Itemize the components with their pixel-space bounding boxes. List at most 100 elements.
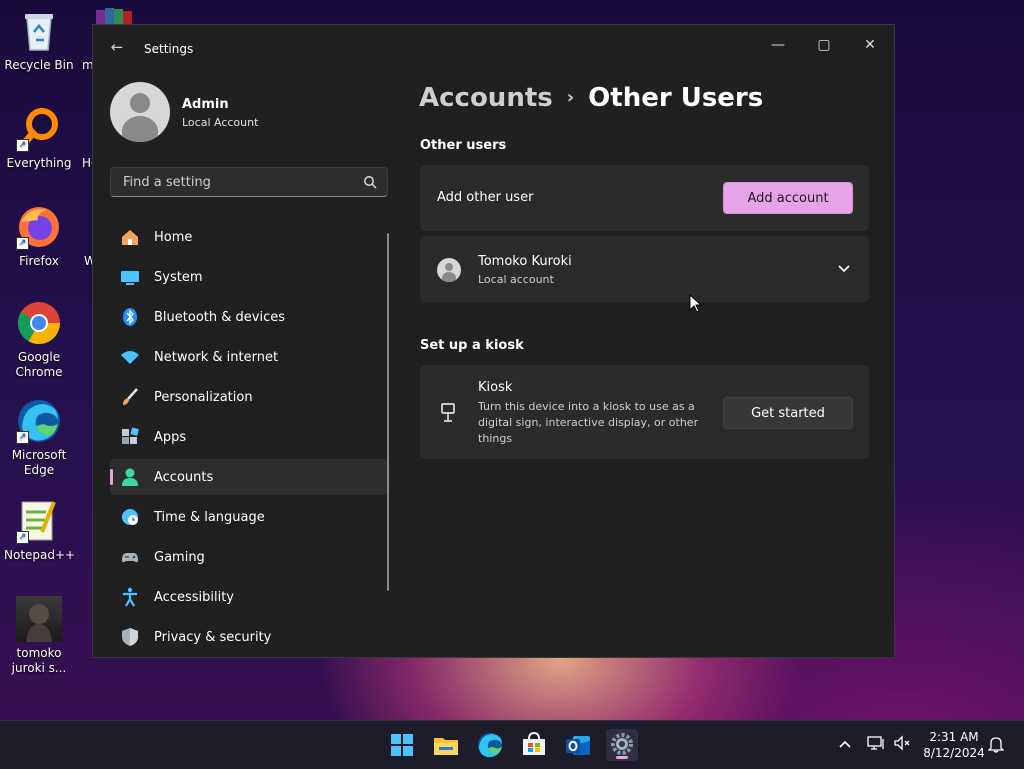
start-icon bbox=[391, 734, 413, 756]
taskbar-store[interactable] bbox=[518, 729, 550, 761]
sidebar-item-label: System bbox=[154, 269, 203, 285]
avatar-body bbox=[442, 272, 456, 282]
taskbar-clock[interactable]: 2:31 AM 8/12/2024 bbox=[920, 729, 988, 761]
sidebar-item-home[interactable]: Home bbox=[110, 219, 388, 255]
chevron-down-icon[interactable] bbox=[837, 264, 851, 274]
shortcut-arrow-icon: ↗ bbox=[16, 237, 29, 250]
close-button[interactable]: ✕ bbox=[847, 30, 893, 60]
search-input[interactable] bbox=[121, 174, 355, 191]
sidebar-item-apps[interactable]: Apps bbox=[110, 419, 388, 455]
desktop-icon-firefox[interactable]: ↗ Firefox bbox=[4, 204, 74, 269]
desktop-icon-recycle-bin[interactable]: Recycle Bin bbox=[4, 8, 74, 73]
avatar-body bbox=[122, 116, 158, 142]
taskbar-settings[interactable] bbox=[606, 729, 638, 761]
notepadpp-icon: ↗ bbox=[16, 498, 62, 544]
maximize-button[interactable]: ▢ bbox=[801, 30, 847, 60]
profile-avatar[interactable] bbox=[110, 82, 170, 142]
get-started-button[interactable]: Get started bbox=[723, 397, 853, 429]
desktop-icon-image-file[interactable]: tomoko juroki s... bbox=[4, 596, 74, 676]
apps-icon bbox=[120, 427, 140, 447]
sidebar-item-personalization[interactable]: Personalization bbox=[110, 379, 388, 415]
show-hidden-icons-button[interactable] bbox=[835, 735, 855, 755]
desktop-icon-edge[interactable]: ↗ Microsoft Edge bbox=[4, 398, 74, 478]
chrome-icon bbox=[16, 300, 62, 346]
desktop-icon-label: Microsoft Edge bbox=[11, 448, 67, 477]
sidebar-item-label: Gaming bbox=[154, 549, 205, 565]
volume-tray-button[interactable] bbox=[892, 735, 912, 755]
shortcut-arrow-icon: ↗ bbox=[16, 431, 29, 444]
sidebar-scrollbar[interactable] bbox=[387, 233, 389, 591]
user-card[interactable]: Tomoko Kuroki Local account bbox=[420, 236, 869, 302]
other-users-heading: Other users bbox=[420, 138, 507, 153]
everything-search-icon: ↗ bbox=[16, 106, 62, 152]
sidebar-item-label: Accessibility bbox=[154, 589, 234, 605]
sidebar-item-gaming[interactable]: Gaming bbox=[110, 539, 388, 575]
clock-time: 2:31 AM bbox=[929, 730, 979, 744]
chevron-up-icon bbox=[839, 740, 851, 748]
sidebar-item-system[interactable]: System bbox=[110, 259, 388, 295]
bell-icon bbox=[987, 737, 1005, 753]
sidebar-item-label: Bluetooth & devices bbox=[154, 309, 285, 325]
outlook-icon bbox=[566, 736, 590, 755]
sidebar-item-privacy[interactable]: Privacy & security bbox=[110, 619, 388, 655]
bluetooth-icon bbox=[120, 307, 140, 327]
back-arrow-icon: ← bbox=[110, 38, 124, 56]
title-bar: ← Settings — ▢ ✕ bbox=[93, 25, 894, 71]
sidebar-item-label: Apps bbox=[154, 429, 187, 445]
desktop-icon-everything[interactable]: ↗ Everything bbox=[4, 106, 74, 171]
taskbar-edge[interactable] bbox=[474, 729, 506, 761]
user-avatar bbox=[437, 258, 461, 282]
user-name: Tomoko Kuroki bbox=[478, 254, 572, 269]
sidebar-item-bluetooth[interactable]: Bluetooth & devices bbox=[110, 299, 388, 335]
accessibility-icon bbox=[120, 587, 140, 607]
breadcrumb-parent[interactable]: Accounts bbox=[419, 83, 553, 113]
kiosk-description-line: digital sign, interactive display, or ot… bbox=[478, 416, 699, 429]
home-icon bbox=[120, 227, 140, 247]
sidebar-item-label: Personalization bbox=[154, 389, 253, 405]
add-account-button[interactable]: Add account bbox=[723, 182, 853, 214]
wifi-icon bbox=[120, 347, 140, 367]
network-tray-button[interactable] bbox=[866, 735, 886, 755]
store-icon bbox=[523, 731, 545, 755]
sidebar-item-accessibility[interactable]: Accessibility bbox=[110, 579, 388, 615]
chevron-right-icon: › bbox=[566, 87, 575, 108]
taskbar-file-explorer[interactable] bbox=[430, 729, 462, 761]
search-icon bbox=[364, 176, 377, 189]
desktop-icon-label: Google Chrome bbox=[15, 350, 63, 379]
desktop-icon-label: Everything bbox=[6, 156, 72, 170]
volume-muted-icon bbox=[894, 735, 910, 751]
sidebar-item-label: Accounts bbox=[154, 469, 214, 485]
start-button[interactable] bbox=[386, 729, 418, 761]
taskbar-outlook[interactable] bbox=[562, 729, 594, 761]
kiosk-description-line: things bbox=[478, 432, 513, 445]
monitor-icon bbox=[120, 267, 140, 287]
minimize-button[interactable]: — bbox=[755, 30, 801, 60]
taskbar: 2:31 AM 8/12/2024 bbox=[0, 720, 1024, 769]
edge-icon bbox=[478, 733, 502, 758]
active-app-indicator bbox=[616, 756, 628, 759]
gamepad-icon bbox=[120, 547, 140, 567]
sidebar-item-time-language[interactable]: Time & language bbox=[110, 499, 388, 535]
sidebar-item-network[interactable]: Network & internet bbox=[110, 339, 388, 375]
kiosk-icon bbox=[441, 403, 455, 422]
recycle-bin-icon bbox=[16, 8, 62, 54]
breadcrumb: Accounts › Other Users bbox=[419, 83, 763, 113]
notifications-button[interactable] bbox=[986, 735, 1006, 755]
sidebar-nav: Home System Bluetooth & devices Network … bbox=[110, 219, 388, 657]
winrar-icon[interactable] bbox=[94, 6, 138, 24]
desktop-icon-notepadpp[interactable]: ↗ Notepad++ bbox=[4, 498, 75, 563]
profile-name: Admin bbox=[182, 97, 229, 112]
desktop-icon-label: tomoko juroki s... bbox=[11, 646, 67, 675]
desktop-icon-chrome[interactable]: Google Chrome bbox=[4, 300, 74, 380]
back-button[interactable]: ← bbox=[107, 37, 127, 57]
sidebar-item-label: Home bbox=[154, 229, 193, 245]
mouse-cursor-icon bbox=[689, 294, 703, 313]
person-icon bbox=[120, 467, 140, 487]
file-explorer-icon bbox=[434, 738, 458, 755]
page-title: Other Users bbox=[588, 83, 764, 113]
clock-date: 8/12/2024 bbox=[923, 746, 985, 760]
settings-window: ← Settings — ▢ ✕ Admin Local Account Fin… bbox=[92, 24, 895, 658]
avatar-head bbox=[130, 93, 150, 113]
settings-search-box[interactable] bbox=[110, 167, 388, 197]
sidebar-item-accounts[interactable]: Accounts bbox=[110, 459, 388, 495]
